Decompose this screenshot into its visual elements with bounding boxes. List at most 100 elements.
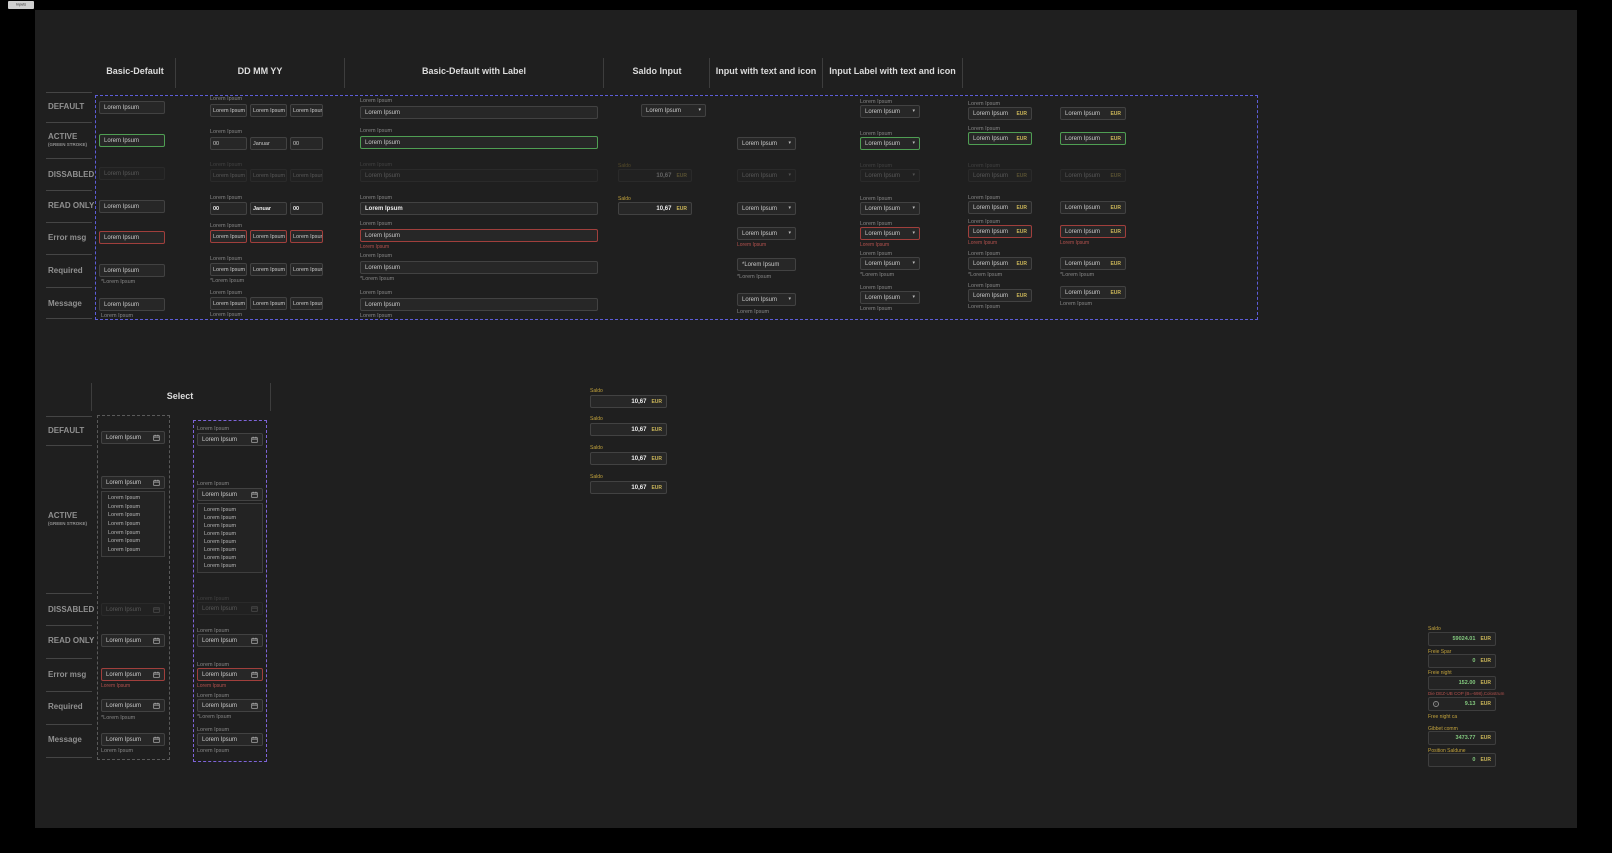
row-divider <box>46 625 92 626</box>
date-select[interactable]: Lorem Ipsum <box>101 476 165 489</box>
error-note: Lorem Ipsum <box>101 683 130 689</box>
field-label: Lorem Ipsum <box>360 221 392 227</box>
labeled-input-default[interactable]: Lorem Ipsum <box>360 106 598 119</box>
column-header-select: Select <box>140 391 220 401</box>
date-month-input[interactable]: Lorem Ipsum <box>250 104 287 117</box>
date-year-input[interactable]: Lorem Ipsum <box>290 104 323 117</box>
select-option[interactable]: Lorem Ipsum <box>198 538 262 546</box>
basic-input-error[interactable]: Lorem Ipsum <box>99 231 165 244</box>
basic-input-active[interactable]: Lorem Ipsum <box>99 134 165 147</box>
select-option[interactable]: Lorem Ipsum <box>102 494 164 502</box>
dropdown-select[interactable]: Lorem Ipsum ▾ <box>641 104 706 117</box>
required-note: *Lorem Ipsum <box>1060 272 1094 278</box>
date-select[interactable]: Lorem Ipsum <box>101 634 165 647</box>
saldo-value: 10,67 <box>656 173 671 179</box>
row-divider <box>46 122 92 123</box>
select-option[interactable]: Lorem Ipsum <box>198 562 262 570</box>
date-day-input[interactable]: 00 <box>210 137 247 150</box>
currency-input[interactable]: Lorem IpsumEUR <box>1060 132 1126 145</box>
date-select[interactable]: Lorem Ipsum <box>101 668 165 681</box>
chevron-down-icon: ▾ <box>698 108 701 113</box>
date-month-input[interactable]: Lorem Ipsum <box>250 263 287 276</box>
select-option[interactable]: Lorem Ipsum <box>102 537 164 545</box>
select-option[interactable]: Lorem Ipsum <box>198 546 262 554</box>
page-tab[interactable]: Inputs <box>8 1 34 9</box>
labeled-input-required[interactable]: Lorem Ipsum <box>360 261 598 274</box>
required-input[interactable]: *Lorem Ipsum <box>737 258 796 271</box>
select-option[interactable]: Lorem Ipsum <box>102 529 164 537</box>
date-day-input[interactable]: Lorem Ipsum <box>210 297 247 310</box>
select-option[interactable]: Lorem Ipsum <box>102 503 164 511</box>
dropdown-select[interactable]: Lorem Ipsum▾ <box>737 202 796 215</box>
select-option[interactable]: Lorem Ipsum <box>198 522 262 530</box>
state-label-required: Required <box>48 702 83 711</box>
select-option[interactable]: Lorem Ipsum <box>198 554 262 562</box>
dropdown-select[interactable]: Lorem Ipsum▾ <box>860 227 920 240</box>
row-divider <box>46 254 92 255</box>
date-select[interactable]: Lorem Ipsum <box>197 699 263 712</box>
date-select[interactable]: Lorem Ipsum <box>101 431 165 444</box>
date-day-input[interactable]: Lorem Ipsum <box>210 263 247 276</box>
date-select[interactable]: Lorem Ipsum <box>197 733 263 746</box>
select-option[interactable]: Lorem Ipsum <box>102 511 164 519</box>
header-separator <box>175 58 176 88</box>
date-day-input[interactable]: Lorem Ipsum <box>210 230 247 243</box>
select-option[interactable]: Lorem Ipsum <box>198 514 262 522</box>
dropdown-select[interactable]: Lorem Ipsum▾ <box>737 137 796 150</box>
basic-input-default[interactable]: Lorem Ipsum <box>99 101 165 114</box>
currency-input[interactable]: Lorem IpsumEUR <box>968 132 1032 145</box>
date-year-input[interactable]: 00 <box>290 137 323 150</box>
input-value: Lorem Ipsum <box>973 111 1008 117</box>
currency-input[interactable]: Lorem IpsumEUR <box>968 289 1032 302</box>
dropdown-select[interactable]: Lorem Ipsum▾ <box>860 291 920 304</box>
summary-value: 152.00 <box>1459 680 1476 686</box>
date-select[interactable]: Lorem Ipsum <box>101 699 165 712</box>
select-option[interactable]: Lorem Ipsum <box>102 520 164 528</box>
select-option[interactable]: Lorem Ipsum <box>198 530 262 538</box>
currency-input[interactable]: Lorem IpsumEUR <box>968 225 1032 238</box>
calendar-icon <box>153 606 160 613</box>
currency-suffix: EUR <box>1016 205 1027 211</box>
select-option[interactable]: Lorem Ipsum <box>102 546 164 554</box>
date-select[interactable]: Lorem Ipsum <box>101 733 165 746</box>
field-label: Lorem Ipsum <box>360 290 392 296</box>
chevron-down-icon: ▾ <box>788 297 791 302</box>
labeled-input-message[interactable]: Lorem Ipsum <box>360 298 598 311</box>
input-value: Lorem Ipsum <box>973 261 1008 267</box>
basic-input-required[interactable]: Lorem Ipsum <box>99 264 165 277</box>
date-year-input[interactable]: Lorem Ipsum <box>290 263 323 276</box>
select-option[interactable]: Lorem Ipsum <box>198 506 262 514</box>
labeled-input-error[interactable]: Lorem Ipsum <box>360 229 598 242</box>
currency-input[interactable]: Lorem IpsumEUR <box>1060 107 1126 120</box>
dropdown-select[interactable]: Lorem Ipsum▾ <box>737 227 796 240</box>
date-month-input[interactable]: Januar <box>250 137 287 150</box>
dropdown-select[interactable]: Lorem Ipsum▾ <box>737 293 796 306</box>
currency-input[interactable]: Lorem IpsumEUR <box>968 257 1032 270</box>
date-month-input[interactable]: Lorem Ipsum <box>250 297 287 310</box>
info-icon[interactable]: i <box>1433 701 1439 707</box>
currency-input[interactable]: Lorem IpsumEUR <box>1060 225 1126 238</box>
calendar-icon <box>153 637 160 644</box>
chevron-down-icon: ▾ <box>912 141 915 146</box>
dropdown-select[interactable]: Lorem Ipsum▾ <box>860 257 920 270</box>
currency-suffix: EUR <box>1480 735 1491 741</box>
summary-value: 59024.01 <box>1452 636 1475 642</box>
row-divider <box>46 445 92 446</box>
currency-input[interactable]: Lorem IpsumEUR <box>1060 286 1126 299</box>
date-select[interactable]: Lorem Ipsum <box>197 488 263 501</box>
date-month-input[interactable]: Lorem Ipsum <box>250 230 287 243</box>
currency-input[interactable]: Lorem IpsumEUR <box>968 107 1032 120</box>
date-select[interactable]: Lorem Ipsum <box>197 433 263 446</box>
row-divider <box>46 190 92 191</box>
date-day-input[interactable]: Lorem Ipsum <box>210 104 247 117</box>
dropdown-select[interactable]: Lorem Ipsum▾ <box>860 202 920 215</box>
date-year-input[interactable]: Lorem Ipsum <box>290 297 323 310</box>
currency-input[interactable]: Lorem IpsumEUR <box>1060 257 1126 270</box>
date-year-input[interactable]: Lorem Ipsum <box>290 230 323 243</box>
dropdown-select[interactable]: Lorem Ipsum▾ <box>860 105 920 118</box>
labeled-input-active[interactable]: Lorem Ipsum <box>360 136 598 149</box>
date-select[interactable]: Lorem Ipsum <box>197 634 263 647</box>
date-select[interactable]: Lorem Ipsum <box>197 668 263 681</box>
dropdown-select[interactable]: Lorem Ipsum▾ <box>860 137 920 150</box>
basic-input-message[interactable]: Lorem Ipsum <box>99 298 165 311</box>
